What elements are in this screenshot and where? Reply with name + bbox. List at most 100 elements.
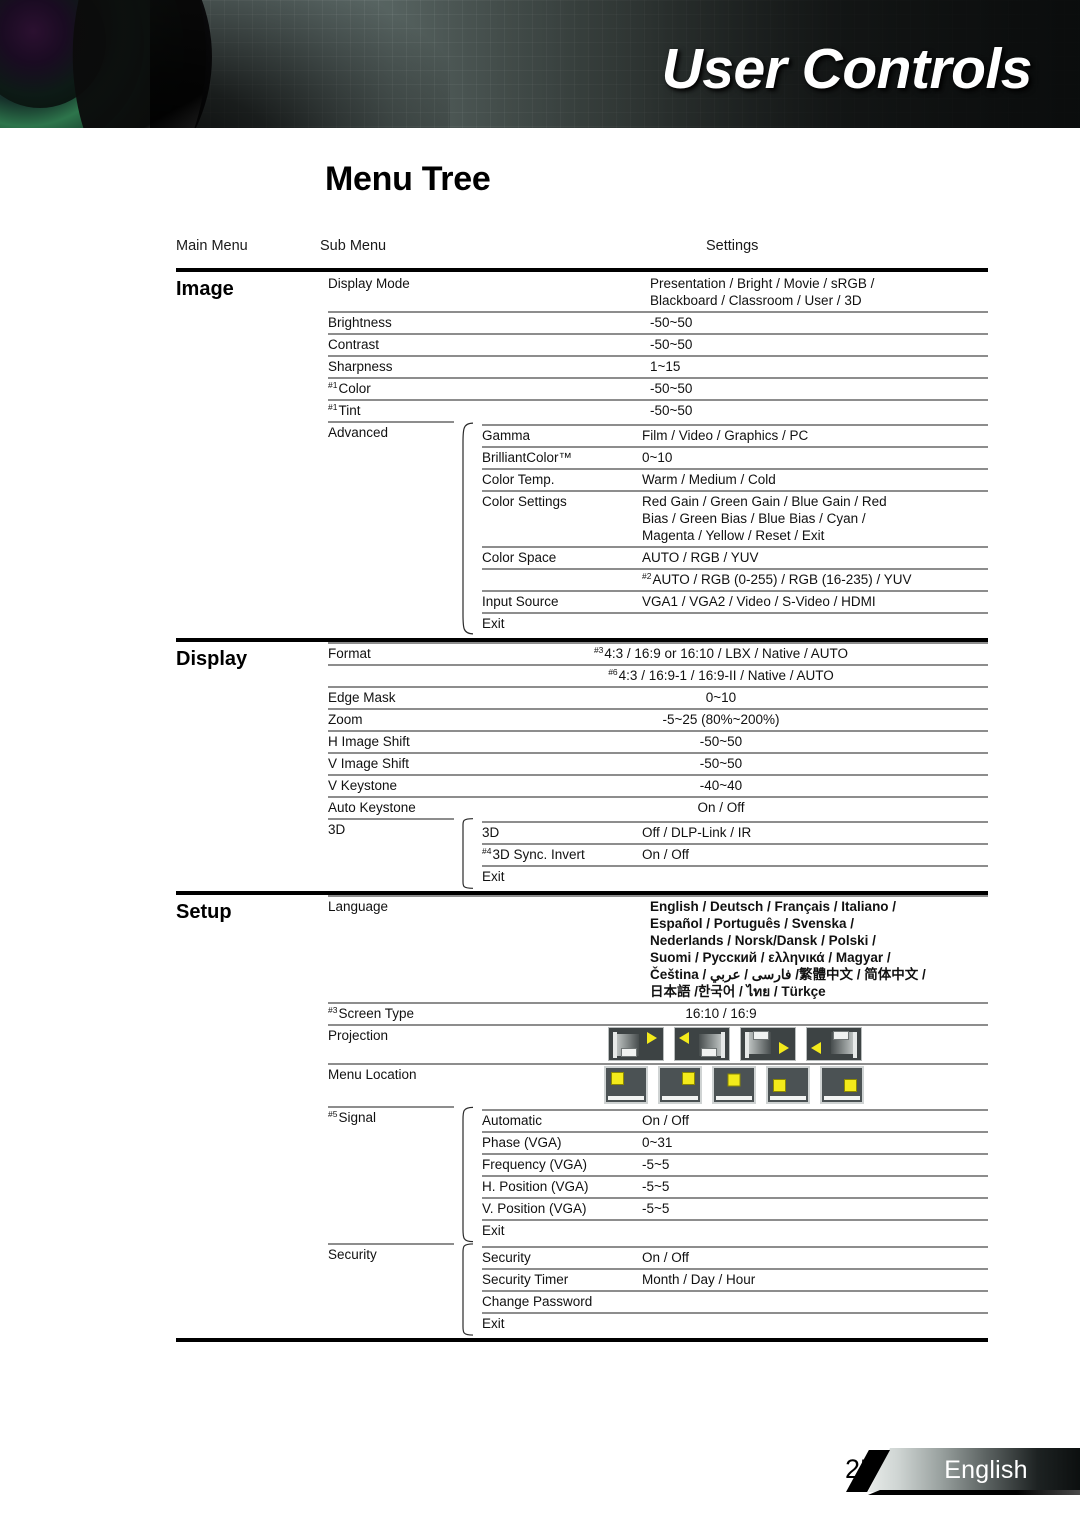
row-separator <box>328 818 454 820</box>
table-bottom-rule <box>176 1338 988 1342</box>
settings-value: -50~50 <box>650 337 693 352</box>
projection-icon-front-table[interactable] <box>608 1027 664 1061</box>
sub-sub-menu-cell: Exit <box>474 612 634 634</box>
settings-value: -5~5 <box>642 1179 670 1194</box>
settings-value: -5~5 <box>642 1157 670 1172</box>
projection-icon-rear-ceiling[interactable] <box>806 1027 862 1061</box>
menu-location-icon-bottom-left[interactable] <box>766 1066 810 1104</box>
row-separator <box>328 1243 454 1245</box>
table-group-row: Security Security On / Off Security Timer Mo… <box>176 1243 988 1336</box>
row-separator <box>454 333 988 335</box>
main-cell <box>176 311 320 333</box>
footnote-marker: #3 <box>328 1004 338 1015</box>
row-separator <box>328 708 454 710</box>
section-image: Image Display Mode Presentation / Bright /… <box>176 272 988 636</box>
sub-sub-menu-label: Exit <box>482 1316 505 1331</box>
projector-body <box>833 1031 849 1040</box>
footnote-marker: #4 <box>482 845 492 856</box>
main-cell <box>176 818 320 889</box>
table-subrow: Change Password <box>474 1290 988 1312</box>
settings-value: #64:3 / 16:9-1 / 16:9-II / Native / AUTO <box>608 666 834 683</box>
settings-value: On / Off <box>642 1250 690 1265</box>
menu-location-icon-center[interactable] <box>712 1066 756 1104</box>
menu-location-icon-top-left[interactable] <box>604 1066 648 1104</box>
row-separator <box>328 333 454 335</box>
row-separator <box>328 377 454 379</box>
sub-sub-menu-cell: Security <box>474 1246 634 1268</box>
table-subrow: Automatic On / Off <box>474 1109 988 1131</box>
row-separator <box>634 468 988 470</box>
table-subrow: Exit <box>474 1219 988 1241</box>
sub-menu-cell: Display Mode <box>320 272 454 311</box>
sub-sub-menu-label: Security <box>482 1250 531 1265</box>
sub-sub-menu-label: Color Settings <box>482 494 567 509</box>
sub-menu-cell: #3Screen Type <box>320 1002 454 1024</box>
settings-value: #2AUTO / RGB (0-255) / RGB (16-235) / YU… <box>642 570 912 587</box>
row-separator <box>328 421 454 423</box>
row-separator <box>482 1268 634 1270</box>
settings-value: AUTO / RGB / YUV <box>642 550 759 565</box>
row-separator <box>482 1175 634 1177</box>
menu-location-icon-bottom-right[interactable] <box>820 1066 864 1104</box>
table-row: Menu Location <box>176 1063 988 1106</box>
menu-location-icon-top-right[interactable] <box>658 1066 702 1104</box>
projection-screen <box>853 1032 857 1058</box>
table-subrow: #43D Sync. Invert On / Off <box>474 843 988 865</box>
row-separator <box>482 1109 634 1111</box>
row-separator <box>482 446 634 448</box>
sub-sub-group: Automatic On / Off Phase (VGA) 0~31 Frequenc… <box>474 1106 988 1243</box>
settings-cell: #34:3 / 16:9 or 16:10 / LBX / Native / A… <box>454 642 988 664</box>
column-header-sub-menu: Sub Menu <box>320 238 387 254</box>
table-subrow: BrilliantColor™ 0~10 <box>474 446 988 468</box>
sub-sub-menu-label: Security Timer <box>482 1272 569 1287</box>
row-separator <box>482 490 634 492</box>
icon-strip-projection <box>454 1027 988 1061</box>
row-separator <box>454 708 988 710</box>
sub-sub-menu-label: Color Temp. <box>482 472 555 487</box>
table-row: #1Color -50~50 <box>176 377 988 399</box>
row-separator <box>482 546 634 548</box>
sub-menu-label: #5Signal <box>328 1108 376 1125</box>
sub-menu-cell: V Keystone <box>320 774 454 796</box>
main-cell <box>176 1063 320 1106</box>
menu-location-marker <box>611 1072 624 1085</box>
table-subrow: Gamma Film / Video / Graphics / PC <box>474 424 988 446</box>
projection-icon-rear-table[interactable] <box>674 1027 730 1061</box>
settings-cell: On / Off <box>634 1246 988 1268</box>
table-subrow: Exit <box>474 612 988 634</box>
projector-body <box>753 1031 769 1040</box>
footnote-marker: #1 <box>328 401 338 412</box>
row-separator <box>328 1106 454 1108</box>
sub-menu-label: 3D <box>328 822 346 837</box>
settings-value: Warm / Medium / Cold <box>642 472 776 487</box>
projection-icon-front-ceiling[interactable] <box>740 1027 796 1061</box>
settings-value: 0~10 <box>705 690 737 705</box>
sub-menu-label: Edge Mask <box>328 690 396 705</box>
sub-sub-menu-label: Automatic <box>482 1113 543 1128</box>
sub-menu-label: Projection <box>328 1028 389 1043</box>
settings-value: Presentation / Bright / Movie / sRGB / Bl… <box>650 276 875 308</box>
sub-menu-cell: #5Signal <box>320 1106 454 1243</box>
page-title: Menu Tree <box>325 160 491 198</box>
row-separator <box>454 1002 988 1004</box>
sub-menu-cell: Projection <box>320 1024 454 1063</box>
row-separator <box>482 568 634 570</box>
main-cell <box>176 664 320 686</box>
settings-value: -40~40 <box>699 778 743 793</box>
sub-sub-menu-cell: 3D <box>474 821 634 843</box>
row-separator <box>634 865 988 867</box>
main-cell <box>176 642 320 664</box>
sub-sub-menu-label: Exit <box>482 616 505 631</box>
row-separator <box>328 311 454 313</box>
menu-location-marker <box>844 1079 857 1092</box>
settings-cell: -50~50 <box>454 377 988 399</box>
sub-sub-menu-cell: Security Timer <box>474 1268 634 1290</box>
sub-menu-label: V Image Shift <box>328 756 410 771</box>
row-separator <box>634 1246 988 1248</box>
settings-value: Red Gain / Green Gain / Blue Gain / Red B… <box>642 494 887 543</box>
sub-sub-menu-label: Phase (VGA) <box>482 1135 562 1150</box>
settings-cell: On / Off <box>634 1109 988 1131</box>
footnote-marker: #6 <box>608 666 618 677</box>
row-separator <box>328 796 454 798</box>
group-bracket <box>454 1106 474 1243</box>
